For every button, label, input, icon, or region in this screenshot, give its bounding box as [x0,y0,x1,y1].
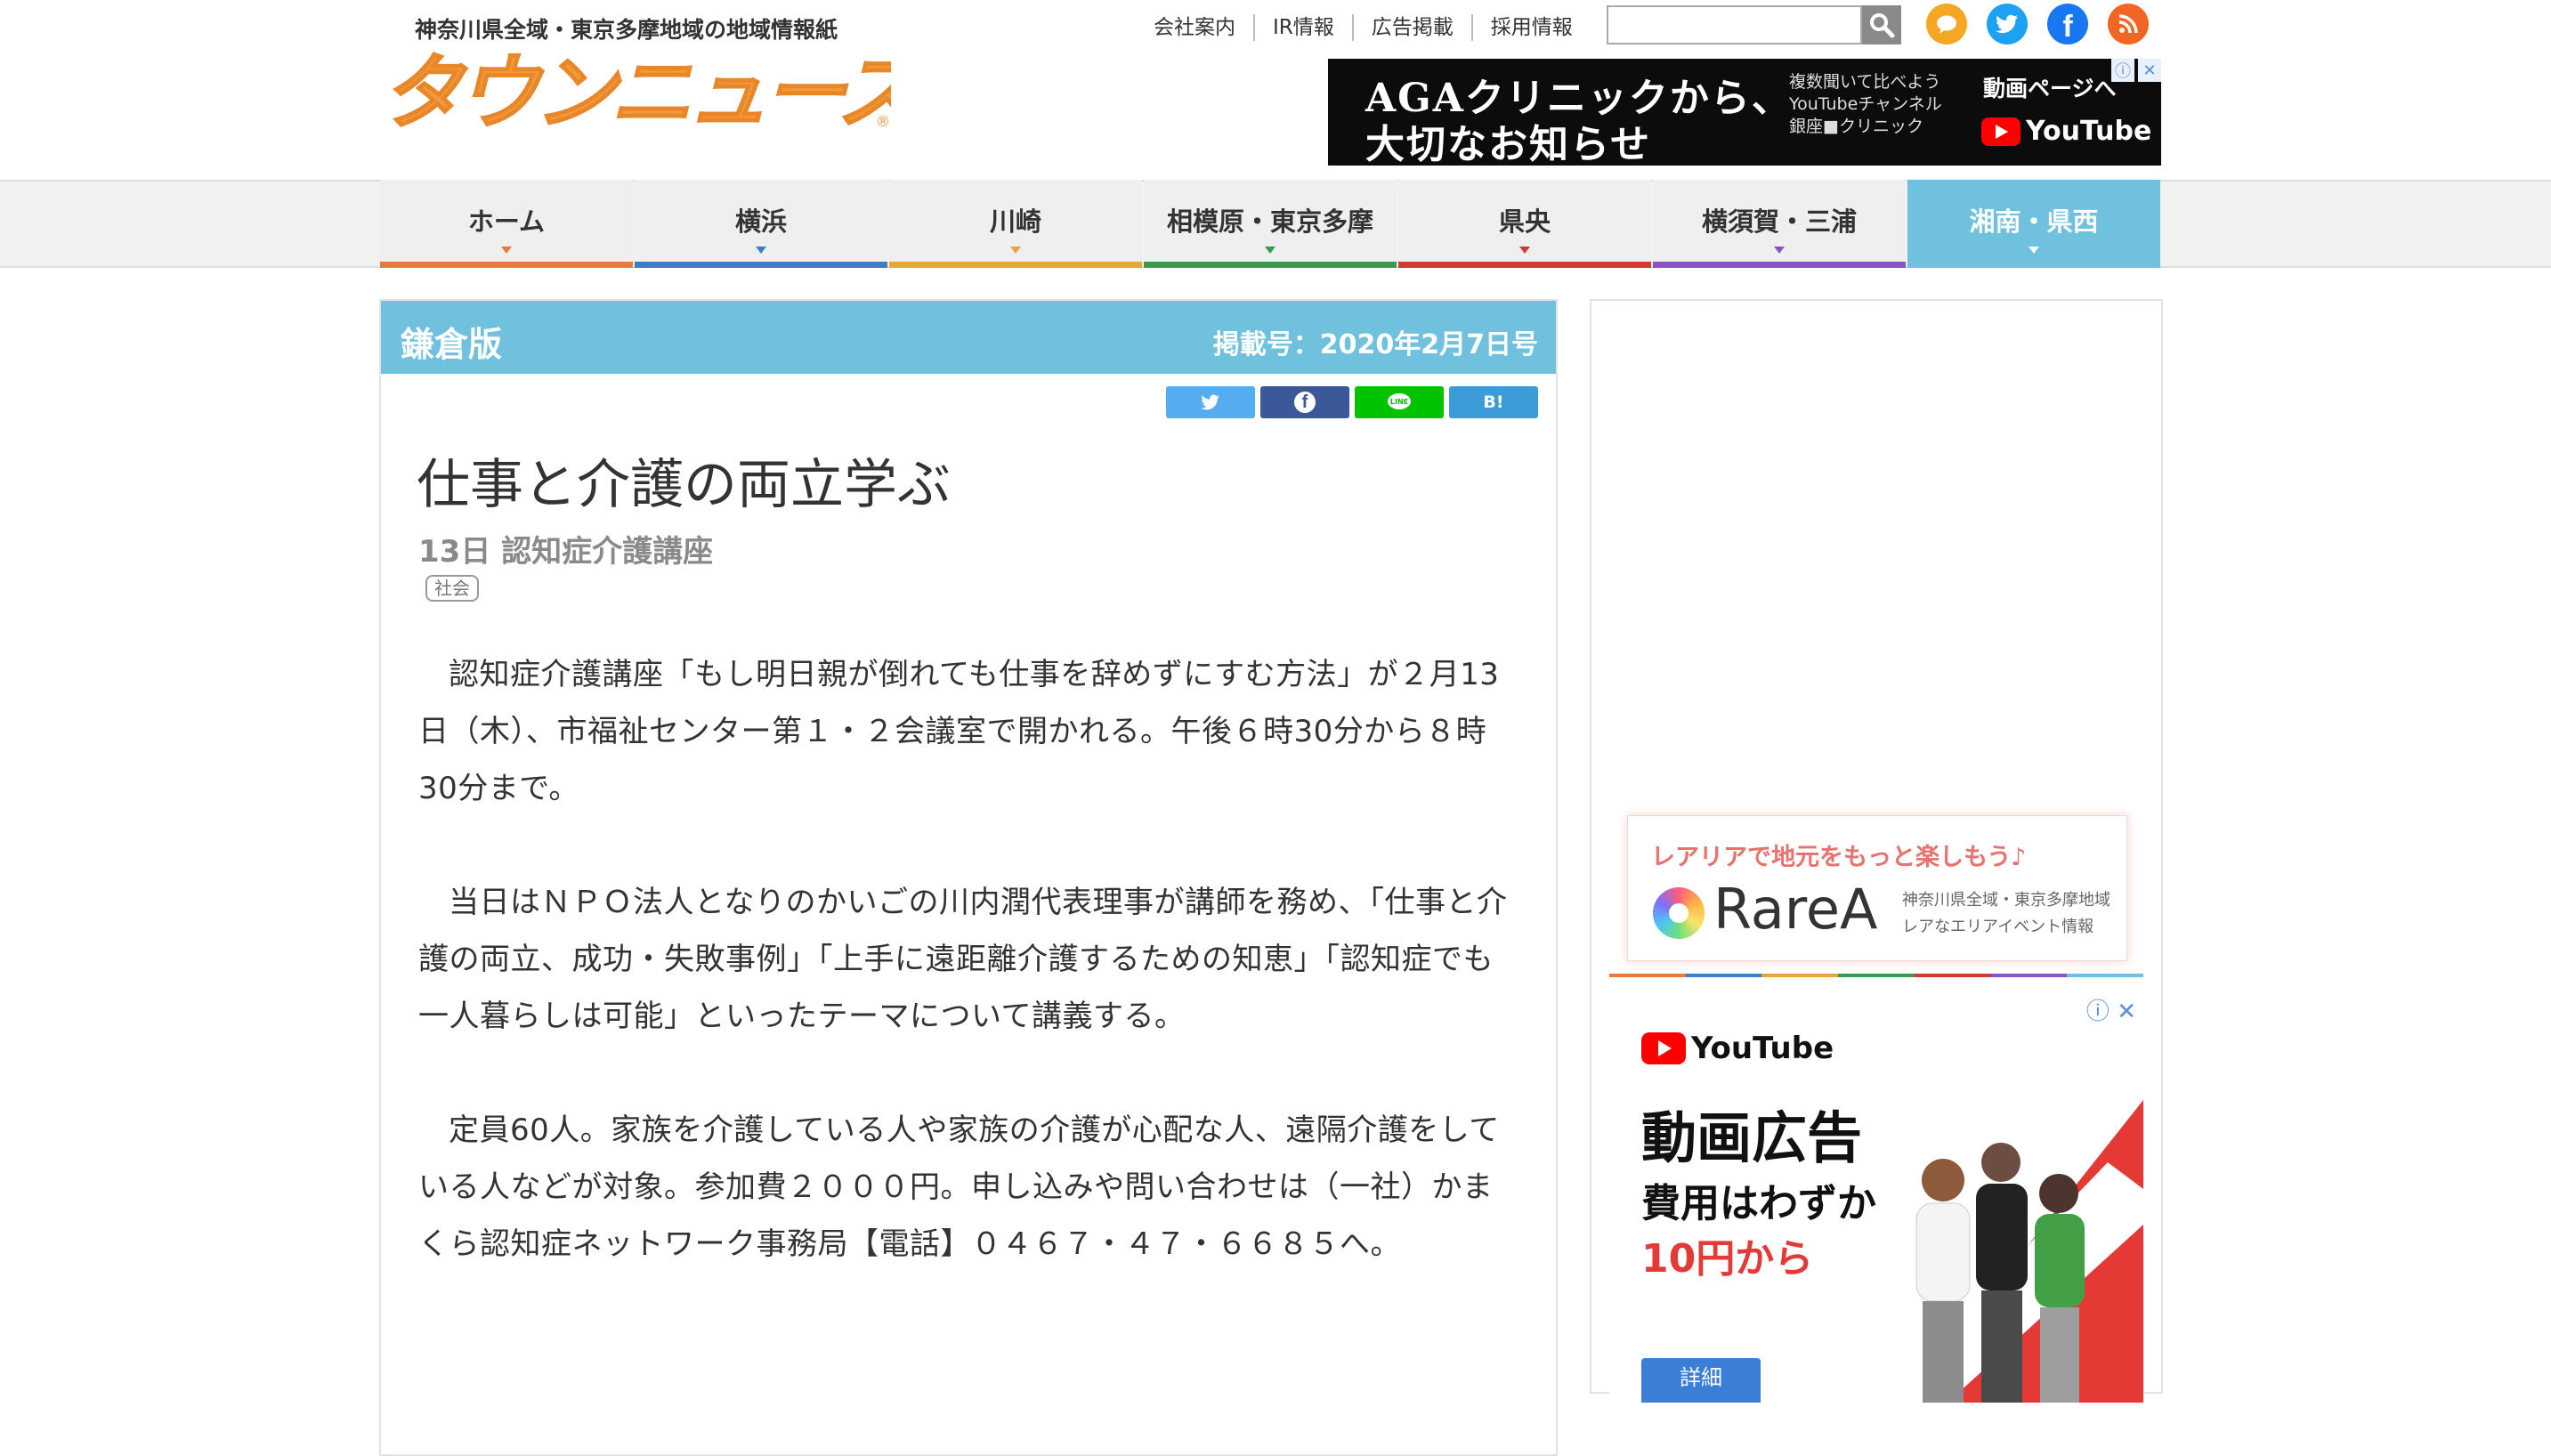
rarea-wordmark: RareA [1713,877,1878,942]
edition-header: 鎌倉版 掲載号：2020年2月7日号 [381,301,1556,374]
caret-down-icon [1519,247,1530,254]
info-icon: ⓘ [2085,999,2110,1025]
rainbow-divider [1609,974,2144,977]
caret-down-icon [501,247,512,254]
ad-detail-button[interactable]: 詳細 [1641,1358,1761,1403]
caret-down-icon [1774,247,1785,254]
search-button[interactable] [1862,5,1901,44]
svg-text:LINE: LINE [1390,398,1408,406]
chat-social-button[interactable] [1926,4,1967,44]
ad-headline: 動画広告 [1641,1105,1863,1170]
nav-item-kenou[interactable]: 県央 [1398,180,1651,268]
ad-youtube-logo: YouTube [1641,1031,1834,1066]
caret-down-icon [1265,247,1276,254]
nav-item-kawasaki[interactable]: 川崎 [889,180,1142,268]
ad-youtube-logo: YouTube [1981,116,2151,147]
twitter-icon [1201,394,1219,410]
close-icon[interactable]: ✕ [2138,59,2161,82]
facebook-social-button[interactable]: f [2047,4,2088,44]
site-tagline: 神奈川県全域・東京多摩地域の地域情報紙 [415,17,838,43]
rarea-banner[interactable]: レアリアで地元をもっと楽しもう♪ RareA 神奈川県全域・東京多摩地域 レアな… [1627,815,2127,961]
chat-bubble-icon [1937,15,1956,34]
caret-down-icon [2029,247,2039,254]
link-company[interactable]: 会社案内 [1138,14,1255,41]
paragraph: 認知症介護講座「もし明日親が倒れても仕事を辞めずにすむ方法」が２月13日（木）、… [418,657,1500,806]
nav-item-shonan[interactable]: 湘南・県西 [1907,180,2160,268]
youtube-play-icon [1641,1032,1686,1064]
nav-item-home[interactable]: ホーム [380,180,633,268]
hatena-icon: B! [1483,392,1504,412]
article-title: 仕事と介護の両立学ぶ [417,454,951,516]
svg-text:タウンニュース: タウンニュース [381,48,891,137]
category-tag[interactable]: 社会 [425,575,479,602]
facebook-icon: f [1294,392,1316,413]
ad-side-text: 複数聞いて比べよう YouTubeチャンネル 銀座■クリニック [1789,72,1942,136]
twitter-social-button[interactable] [1987,4,2028,44]
link-advertise[interactable]: 広告掲載 [1354,14,1473,41]
ad-choices[interactable]: ⓘ ✕ [2086,993,2136,1026]
article-panel: 鎌倉版 掲載号：2020年2月7日号 f LINE B! 仕事と介護の両立学ぶ … [379,299,1558,1456]
top-banner-ad[interactable]: AGAクリニックから、 大切なお知らせ 複数聞いて比べよう YouTubeチャン… [1328,59,2161,166]
share-hatena-button[interactable]: B! [1449,386,1538,418]
caret-down-icon [756,247,766,254]
search-icon [1870,13,1895,38]
rarea-logo-icon [1653,887,1705,939]
share-twitter-button[interactable] [1166,386,1255,418]
search-input[interactable] [1608,7,1862,43]
nav-item-sagamihara[interactable]: 相模原・東京多摩 [1144,180,1397,268]
article-subtitle: 13日 認知症介護講座 [418,534,714,570]
paragraph: 定員60人。家族を介護している人や家族の介護が心配な人、遠隔介護をしている人など… [418,1112,1500,1262]
close-icon: ✕ [2117,999,2136,1025]
share-facebook-button[interactable]: f [1260,386,1349,418]
paragraph: 当日はＮＰＯ法人となりのかいごの川内潤代表理事が講師を務め、「仕事と介護の両立、… [418,885,1508,1034]
facebook-icon: f [2062,9,2073,44]
sidebar-youtube-ad[interactable]: YouTube 動画広告 費用はわずか 10円から 詳細 ⓘ ✕ [1609,993,2143,1403]
ad-cta: 動画ページへ [1983,76,2117,101]
link-ir[interactable]: IR情報 [1255,14,1354,41]
issue-date: 掲載号：2020年2月7日号 [1212,329,1538,360]
ad-subline: 費用はわずか [1641,1181,1876,1226]
svg-text:®: ® [876,113,890,130]
rarea-description: 神奈川県全域・東京多摩地域 レアなエリアイベント情報 [1902,891,2110,936]
nav-item-yokohama[interactable]: 横浜 [635,180,887,268]
share-line-button[interactable]: LINE [1355,386,1444,418]
article-body: 認知症介護講座「もし明日親が倒れても仕事を辞めずにすむ方法」が２月13日（木）、… [418,646,1522,1330]
ad-headline-2: 大切なお知らせ [1365,122,1652,166]
main-nav: ホーム 横浜 川崎 相模原・東京多摩 県央 横須賀・三浦 湘南・県西 [380,180,2162,268]
youtube-play-icon [1981,117,2021,146]
info-icon[interactable]: ⓘ [2111,59,2134,82]
utility-links: 会社案内 IR情報 広告掲載 採用情報 [1138,12,1591,43]
twitter-icon [1996,14,2018,34]
ad-choices[interactable]: ⓘ ✕ [2111,59,2161,82]
site-logo[interactable]: タウンニュース ® [379,48,891,137]
edition-name[interactable]: 鎌倉版 [401,317,502,366]
rss-icon [2118,14,2138,34]
nav-item-yokosuka[interactable]: 横須賀・三浦 [1653,180,1906,268]
rarea-tagline: レアリアで地元をもっと楽しもう♪ [1651,844,2027,871]
caret-down-icon [1010,247,1021,254]
line-icon: LINE [1388,393,1411,409]
link-recruit[interactable]: 採用情報 [1473,14,1591,41]
ad-price: 10円から [1641,1236,1814,1282]
rss-social-button[interactable] [2108,4,2149,44]
